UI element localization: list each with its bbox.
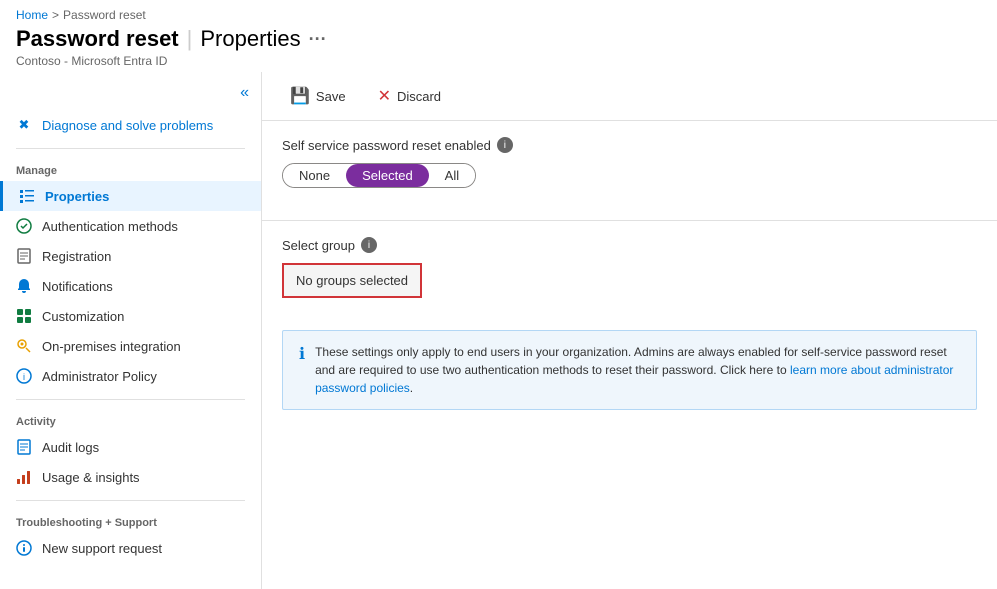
breadcrumb-separator: >: [52, 8, 59, 22]
info-banner-text: These settings only apply to end users i…: [315, 343, 960, 397]
info-banner-icon: ℹ: [299, 344, 305, 397]
sidebar-item-new-support-label: New support request: [42, 541, 162, 556]
discard-label: Discard: [397, 89, 441, 104]
form-divider: [262, 220, 997, 221]
sidebar-item-properties[interactable]: Properties: [0, 181, 261, 211]
sidebar: « ✖ Diagnose and solve problems Manage P…: [0, 72, 262, 589]
collapse-sidebar-button[interactable]: «: [240, 84, 249, 102]
toggle-all[interactable]: All: [429, 164, 475, 187]
title-separator: |: [187, 26, 193, 52]
customization-icon: [16, 308, 32, 324]
sidebar-item-registration-label: Registration: [42, 249, 111, 264]
diagnose-icon: ✖: [16, 117, 32, 133]
sidebar-item-audit-logs-label: Audit logs: [42, 440, 99, 455]
info-banner: ℹ These settings only apply to end users…: [282, 330, 977, 410]
sidebar-item-usage-insights[interactable]: Usage & insights: [0, 462, 261, 492]
breadcrumb-home[interactable]: Home: [16, 8, 48, 22]
content-area: 💾 Save ✕ Discard Self service password r…: [262, 72, 997, 589]
sidebar-item-onpremises[interactable]: On-premises integration: [0, 331, 261, 361]
page-title-main: Password reset: [16, 26, 179, 52]
audit-logs-icon: [16, 439, 32, 455]
save-icon: 💾: [290, 86, 310, 106]
toolbar: 💾 Save ✕ Discard: [262, 72, 997, 121]
sidebar-item-diagnose-label: Diagnose and solve problems: [42, 118, 213, 133]
sspr-label-text: Self service password reset enabled: [282, 138, 491, 153]
sidebar-activity-section: Activity: [0, 408, 261, 432]
registration-icon: [16, 248, 32, 264]
sidebar-manage-section: Manage: [0, 157, 261, 181]
select-group-info-icon[interactable]: i: [361, 237, 377, 253]
sidebar-item-usage-insights-label: Usage & insights: [42, 470, 140, 485]
sidebar-divider-support: [16, 500, 245, 501]
usage-insights-icon: [16, 469, 32, 485]
onpremises-icon: [16, 338, 32, 354]
admin-policy-icon: i: [16, 368, 32, 384]
save-label: Save: [316, 89, 346, 104]
page-title-container: Password reset | Properties ···: [16, 26, 981, 52]
breadcrumb: Home > Password reset: [16, 8, 981, 22]
info-text-after: .: [410, 381, 413, 395]
page-subtitle: Properties: [200, 26, 300, 52]
sspr-toggle-group: None Selected All: [282, 163, 476, 188]
support-icon: [16, 540, 32, 556]
select-group-section: Select group i No groups selected: [262, 237, 997, 314]
sidebar-item-registration[interactable]: Registration: [0, 241, 261, 271]
sidebar-item-admin-policy[interactable]: i Administrator Policy: [0, 361, 261, 391]
sspr-info-icon[interactable]: i: [497, 137, 513, 153]
auth-methods-icon: [16, 218, 32, 234]
select-group-label-text: Select group: [282, 238, 355, 253]
breadcrumb-current: Password reset: [63, 8, 146, 22]
toggle-selected[interactable]: Selected: [346, 164, 429, 187]
toggle-none[interactable]: None: [283, 164, 346, 187]
sidebar-divider-top: [16, 148, 245, 149]
org-subtitle: Contoso - Microsoft Entra ID: [16, 54, 981, 68]
sspr-form-section: Self service password reset enabled i No…: [262, 121, 997, 220]
sidebar-item-customization[interactable]: Customization: [0, 301, 261, 331]
more-options-button[interactable]: ···: [309, 29, 327, 50]
save-button[interactable]: 💾 Save: [282, 82, 354, 110]
sidebar-item-notifications-label: Notifications: [42, 279, 113, 294]
notifications-icon: [16, 278, 32, 294]
no-groups-selected-field[interactable]: No groups selected: [282, 263, 422, 298]
sidebar-divider-activity: [16, 399, 245, 400]
sidebar-item-audit-logs[interactable]: Audit logs: [0, 432, 261, 462]
sidebar-item-customization-label: Customization: [42, 309, 124, 324]
sidebar-item-onpremises-label: On-premises integration: [42, 339, 181, 354]
sidebar-item-admin-policy-label: Administrator Policy: [42, 369, 157, 384]
sidebar-item-new-support[interactable]: New support request: [0, 533, 261, 563]
sidebar-item-notifications[interactable]: Notifications: [0, 271, 261, 301]
select-group-label: Select group i: [282, 237, 977, 253]
sidebar-item-diagnose[interactable]: ✖ Diagnose and solve problems: [0, 110, 261, 140]
sspr-label: Self service password reset enabled i: [282, 137, 977, 153]
sidebar-item-auth-methods-label: Authentication methods: [42, 219, 178, 234]
discard-icon: ✕: [378, 86, 391, 106]
sidebar-support-section: Troubleshooting + Support: [0, 509, 261, 533]
svg-text:i: i: [23, 372, 25, 382]
sidebar-item-auth-methods[interactable]: Authentication methods: [0, 211, 261, 241]
sidebar-item-properties-label: Properties: [45, 189, 109, 204]
properties-icon: [19, 188, 35, 204]
discard-button[interactable]: ✕ Discard: [370, 82, 449, 110]
